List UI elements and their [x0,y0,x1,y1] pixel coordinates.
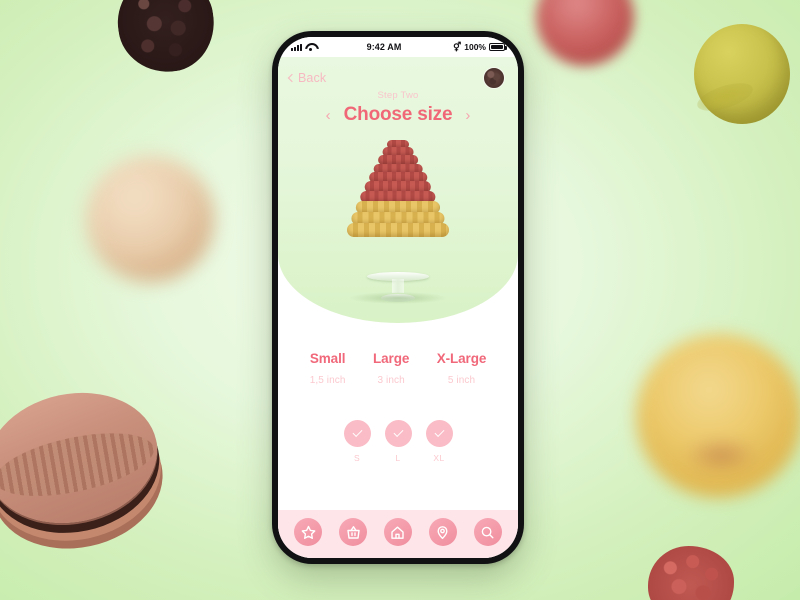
size-option-xl[interactable]: X-Large 5 inch [437,351,487,386]
red-macaron-blur-prop [536,0,634,66]
tab-search[interactable] [473,518,502,546]
size-selector-label: S [353,453,361,463]
size-option-dimension: 5 inch [447,375,476,386]
status-bar-time: 9:42 AM [366,42,402,52]
size-option-l[interactable]: Large 3 inch [373,351,409,386]
wifi-icon [305,43,315,51]
home-icon [391,526,405,539]
blackberry-prop [111,0,221,79]
tab-bar [278,510,518,558]
size-option-name: X-Large [436,351,487,366]
check-icon [352,427,362,438]
size-selector-s: S [343,420,371,463]
hero-section: Back Step Two ‹ Choose size › [278,57,518,323]
tab-home[interactable] [383,518,412,546]
back-button-label: Back [298,70,327,85]
size-option-name: Large [372,351,410,366]
chevron-left-icon [287,73,297,82]
battery-icon [489,43,507,51]
check-icon [393,427,403,438]
size-options-row: Small 1,5 inch Large 3 inch X-Large 5 inch [278,323,518,386]
content-panel: Small 1,5 inch Large 3 inch X-Large 5 inch S L… [278,323,518,558]
avatar[interactable] [483,66,505,89]
tab-favorites[interactable] [294,518,323,546]
olive-macaron-prop [694,24,790,124]
size-selector-label: XL [433,453,445,463]
scene-background: 9:42 AM ⚥ 100% Back Step Two ‹ Choose si… [0,0,800,600]
page-title: Choose size [343,104,453,125]
size-selector-label: L [395,453,401,463]
size-option-name: Small [309,351,346,366]
tab-locations[interactable] [428,518,457,546]
yellow-macaron-blur-prop [636,334,800,498]
status-bar: 9:42 AM ⚥ 100% [278,37,518,57]
check-icon [434,427,444,438]
chocolate-macaron-prop [0,377,170,539]
tab-cart[interactable] [339,518,368,546]
size-selector-xl: XL [425,420,453,463]
size-selector-l: L [384,420,412,463]
nav-row: Back [278,57,518,89]
back-button[interactable]: Back [287,70,327,85]
cellular-signal-icon [291,43,302,51]
size-check-button-s[interactable] [343,420,371,447]
size-check-button-xl[interactable] [425,420,453,447]
cream-macaron-blur-prop [86,156,214,282]
location-icon [437,525,448,539]
battery-percent-label: 100% [464,42,486,52]
step-label: Step Two [377,90,419,101]
size-selector-row: S L XL [278,420,518,463]
tower-shadow [350,292,446,304]
phone-screen: 9:42 AM ⚥ 100% Back Step Two ‹ Choose si… [278,37,518,558]
bluetooth-icon: ⚥ [453,41,462,52]
macaron-tier [347,222,449,237]
phone-device-frame: 9:42 AM ⚥ 100% Back Step Two ‹ Choose si… [272,31,524,564]
size-option-dimension: 1,5 inch [309,375,346,386]
product-image [278,128,518,304]
size-option-s[interactable]: Small 1,5 inch [310,351,346,386]
star-icon [301,525,316,539]
size-option-dimension: 3 inch [377,375,405,386]
basket-icon [346,525,360,539]
prev-step-arrow[interactable]: ‹ [326,108,331,123]
next-step-arrow[interactable]: › [465,108,470,123]
raspberry-prop [648,546,734,600]
title-row: ‹ Choose size › [278,104,518,126]
size-check-button-l[interactable] [384,420,412,447]
search-icon [481,526,494,538]
